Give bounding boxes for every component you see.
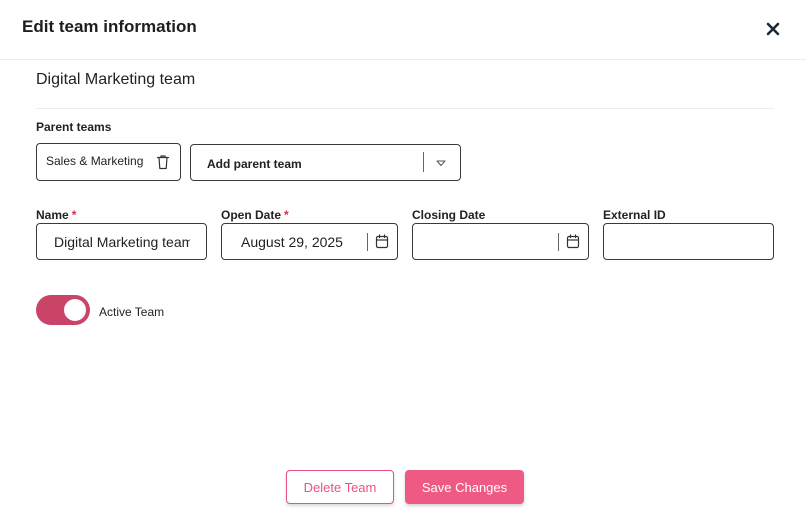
open-date-value: August 29, 2025 <box>241 234 343 250</box>
add-parent-team-placeholder: Add parent team <box>207 157 302 171</box>
open-date-label-text: Open Date <box>221 208 282 222</box>
closing-date-picker-button[interactable] <box>566 234 580 249</box>
select-separator <box>423 152 424 172</box>
external-id-label: External ID <box>603 208 666 222</box>
required-mark: * <box>71 208 77 222</box>
team-name-heading: Digital Marketing team <box>36 71 196 88</box>
name-input[interactable] <box>37 224 206 259</box>
close-icon <box>766 22 780 36</box>
external-id-input[interactable] <box>604 224 773 259</box>
chevron-down-icon <box>436 160 446 166</box>
save-changes-button[interactable]: Save Changes <box>405 470 524 504</box>
toggle-knob <box>64 299 86 321</box>
remove-parent-team-button[interactable] <box>156 154 170 170</box>
delete-team-button[interactable]: Delete Team <box>286 470 394 504</box>
name-label-text: Name <box>36 208 69 222</box>
date-separator <box>367 233 368 251</box>
open-date-field[interactable]: August 29, 2025 <box>221 223 398 260</box>
closing-date-field[interactable] <box>412 223 589 260</box>
calendar-icon <box>566 234 580 249</box>
parent-teams-label: Parent teams <box>36 120 112 134</box>
required-mark: * <box>284 208 289 222</box>
close-button[interactable] <box>762 18 784 40</box>
calendar-icon <box>375 234 389 249</box>
open-date-picker-button[interactable] <box>375 234 389 249</box>
active-team-label: Active Team <box>99 305 165 319</box>
add-parent-team-select[interactable]: Add parent team <box>190 144 461 181</box>
parent-team-chip: Sales & Marketing <box>36 143 181 181</box>
open-date-label: Open Date * <box>221 208 289 222</box>
dropdown-toggle[interactable] <box>435 156 447 168</box>
external-id-field[interactable] <box>603 223 774 260</box>
active-team-toggle[interactable] <box>36 295 90 325</box>
closing-date-label: Closing Date <box>412 208 486 222</box>
trash-icon <box>156 155 170 170</box>
parent-team-chip-label: Sales & Marketing <box>46 154 144 168</box>
dialog-header: Edit team information <box>0 0 806 60</box>
name-label: Name * <box>36 208 76 222</box>
dialog-title: Edit team information <box>22 17 197 36</box>
name-field[interactable] <box>36 223 207 260</box>
date-separator <box>558 233 559 251</box>
section-divider <box>36 108 774 109</box>
